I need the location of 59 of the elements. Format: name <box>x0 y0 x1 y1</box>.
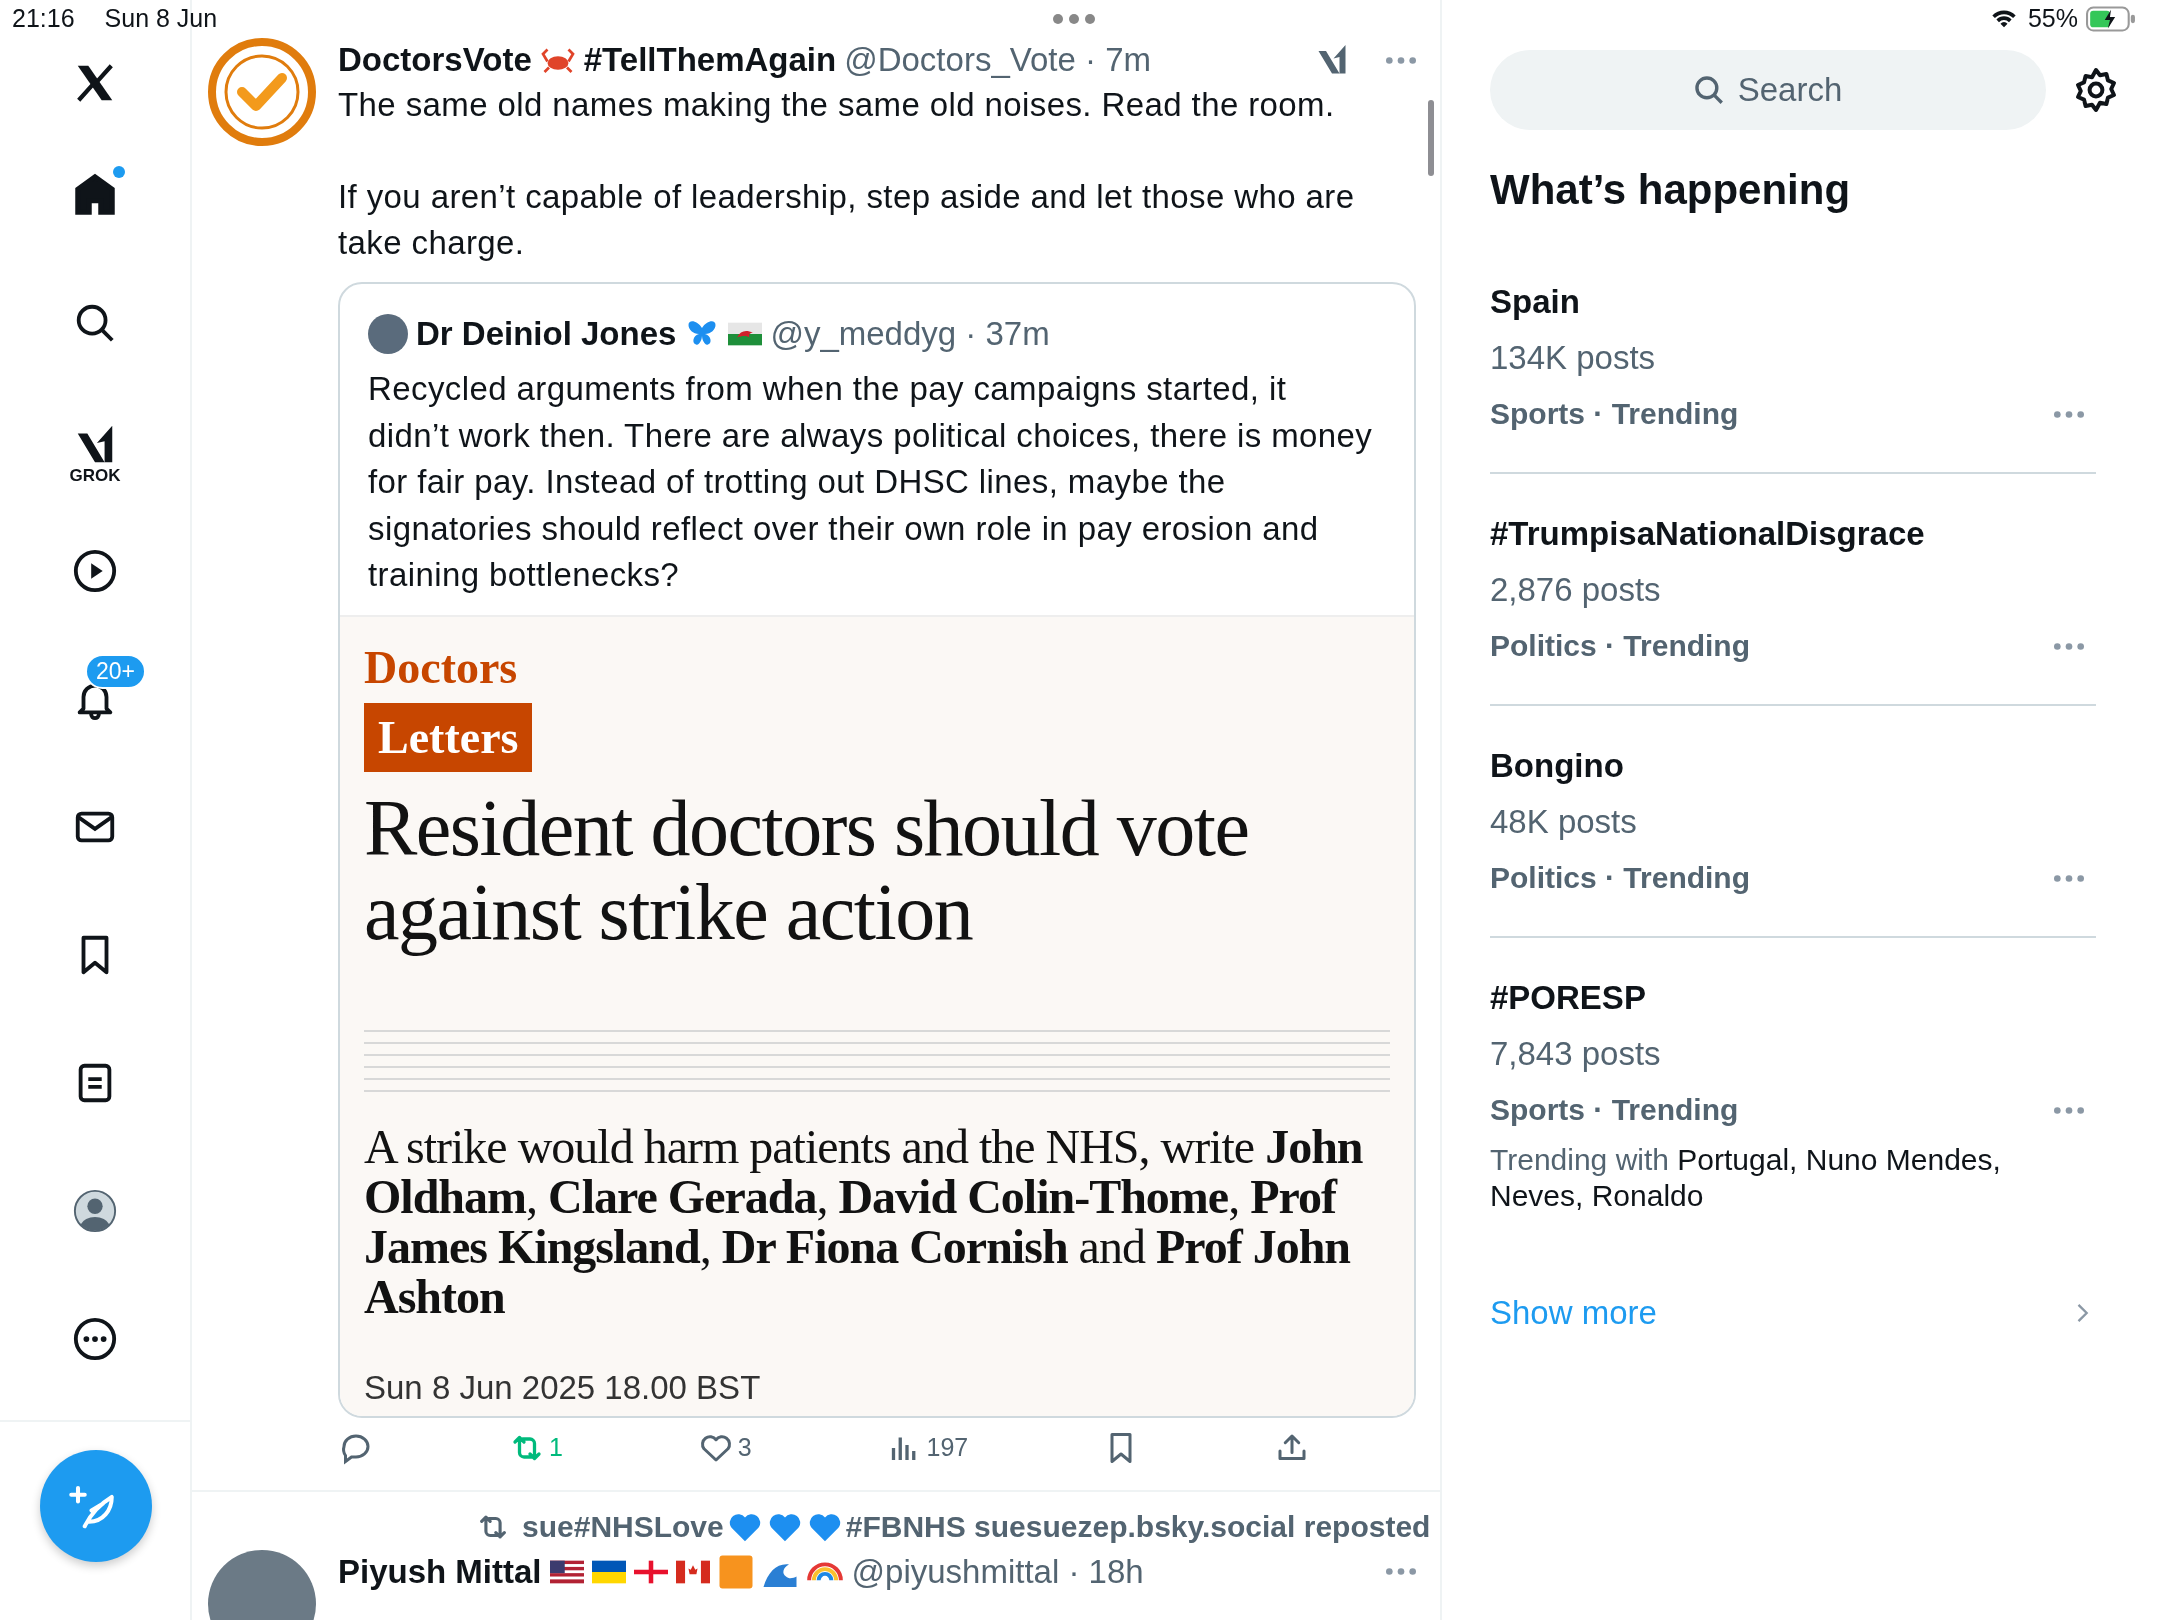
handle-and-time: @piyushmittal · 18h <box>851 1552 1144 1591</box>
compose-button[interactable] <box>40 1450 152 1562</box>
square-icon <box>717 1553 754 1590</box>
notification-badge: 20+ <box>85 654 146 689</box>
dragon-flag-icon <box>728 322 763 346</box>
more-icon <box>1386 1568 1416 1575</box>
views-button[interactable]: 197 <box>886 1429 969 1466</box>
trend-post-count: 48K posts <box>1490 802 1638 842</box>
article-label: Letters <box>364 702 533 772</box>
two-band-flag-icon <box>591 1559 626 1584</box>
search-icon <box>1692 73 1726 107</box>
more-icon <box>1386 56 1416 64</box>
trending-with-text: Trending with Portugal, Nuno Mendes, Neves, Ronaldo <box>1490 1142 2002 1214</box>
trend-name[interactable]: #PORESP <box>1490 976 2096 1020</box>
trend-post-count: 134K posts <box>1490 338 1657 378</box>
author-hashtag: #TellThemAgain <box>583 41 837 79</box>
battery-percent: 55% <box>2027 4 2078 33</box>
quoted-text: Recycled arguments from when the pay campaigns started, it didn’t work then. There are always political choices, there is money for fair pay. Instead of trotting out DHSC lines, maybe the signatories should reflect over their own role in pay erosion and training bottlenecks? <box>367 369 1374 595</box>
striped-flag-icon <box>549 1559 584 1584</box>
more-icon <box>2054 874 2084 882</box>
grok-nav-button[interactable]: GROK <box>33 400 157 486</box>
status-time: 21:16 <box>12 4 75 33</box>
more-icon <box>2054 1106 2084 1114</box>
search-field[interactable]: Search <box>1490 50 2046 130</box>
article-standfirst: A strike would harm patients and the NHS, write John Oldham, Clare Gerada, David Colin-Thome, Prof James Kingsland, Dr Fiona Cornish and Prof John Ashton <box>364 1121 1364 1322</box>
trend-post-count: 2,876 posts <box>1490 570 1662 610</box>
like-button[interactable]: 3 <box>697 1429 752 1466</box>
trend-name[interactable]: Bongino <box>1490 744 2096 788</box>
maple-leaf-flag-icon <box>675 1559 710 1584</box>
trend-category: Sports · Trending <box>1490 396 1740 432</box>
author-name[interactable]: Piyush Mittal <box>338 1552 542 1591</box>
multitasking-dots-icon <box>1052 12 1096 26</box>
tweet-text: If you aren’t capable of leadership, step aside and let those who are take charge. <box>338 177 1356 263</box>
more-icon <box>2054 410 2084 418</box>
trend-name[interactable]: #TrumpisaNationalDisgrace <box>1490 512 2096 556</box>
status-date: Sun 8 Jun <box>104 4 218 33</box>
article-section: Doctors <box>364 634 1390 701</box>
section-title: What’s happening <box>1490 166 1852 214</box>
rainbow-icon <box>805 1562 844 1581</box>
cross-flag-icon <box>633 1559 668 1584</box>
reposted-label: #FBNHS suesuezep.bsky.social reposted <box>845 1509 1431 1544</box>
article-date: Sun 8 Jun 2025 18.00 BST <box>364 1367 762 1408</box>
trend-post-count: 7,843 posts <box>1490 1034 1662 1074</box>
checkmark-badge-avatar-icon <box>208 38 316 146</box>
author-name[interactable]: DoctorsVote <box>338 41 532 79</box>
battery-icon <box>2086 5 2136 32</box>
reposter-name: sue#NHSLove <box>522 1509 724 1544</box>
handle-and-time: @y_meddyg · 37m <box>770 315 1050 353</box>
article-headline: Resident doctors should vote against strike action <box>364 785 1250 954</box>
quoted-author-name: Dr Deiniol Jones <box>416 315 677 353</box>
tweet-text: The same old names making the same old noises. Read the room. <box>338 85 1336 125</box>
quoted-post[interactable] <box>338 282 1416 1418</box>
more-icon <box>2054 642 2084 650</box>
handle-and-time: @Doctors_Vote · 7m <box>844 41 1151 79</box>
trend-category: Politics · Trending <box>1490 860 1752 896</box>
avatar-photo-placeholder <box>368 314 408 354</box>
trend-name[interactable]: Spain <box>1490 280 2096 324</box>
trend-category: Sports · Trending <box>1490 1092 1740 1128</box>
trend-category: Politics · Trending <box>1490 628 1752 664</box>
